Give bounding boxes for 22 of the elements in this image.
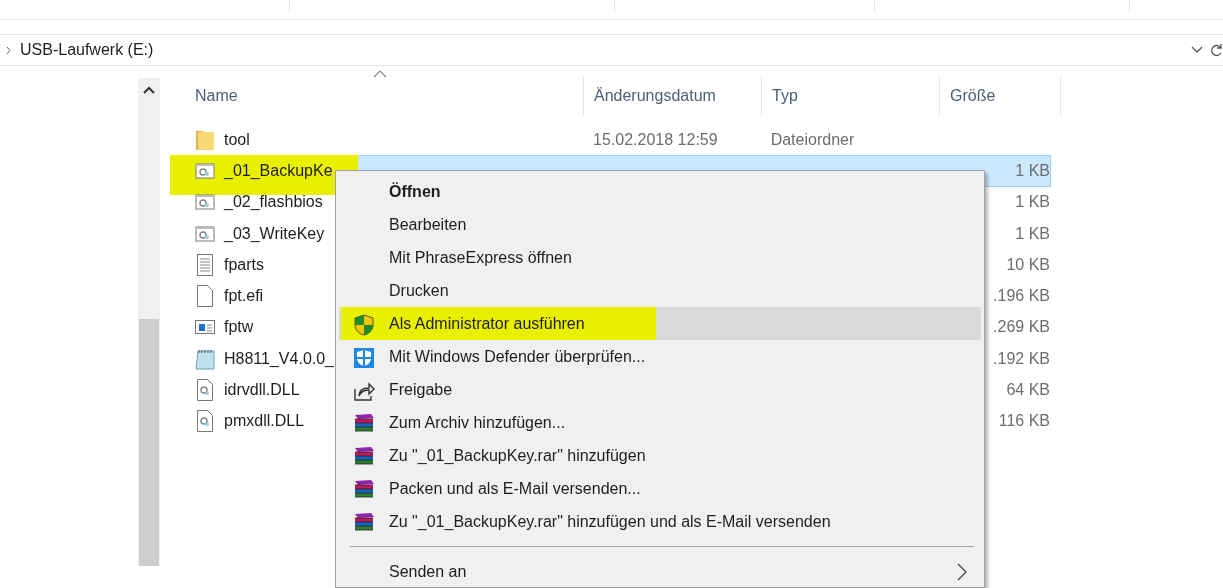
file-size: .192 KB: [993, 349, 1050, 367]
file-size: .196 KB: [993, 287, 1050, 305]
file-name: pmxdll.DLL: [224, 411, 305, 432]
file-size: .269 KB: [993, 318, 1050, 336]
file-date: 15.02.2018 12:59: [593, 130, 718, 148]
file-name: fparts: [224, 254, 264, 275]
file-size: 64 KB: [1006, 381, 1050, 398]
file-name: _02_flashbios: [224, 192, 323, 213]
file-name: fpt.efi: [224, 286, 264, 307]
file-name: _03_WriteKey: [224, 223, 325, 244]
file-size: 1 KB: [1015, 224, 1050, 242]
file-size: 1 KB: [1015, 193, 1050, 211]
file-type: Dateiordner: [770, 130, 855, 148]
file-name: H8811_V4.0.0_: [224, 348, 334, 369]
file-name: _01_BackupKe: [224, 160, 333, 181]
file-name: idrvdll.DLL: [224, 380, 300, 400]
file-size: 1 KB: [1015, 161, 1050, 179]
file-name: fptw: [224, 317, 254, 338]
file-name: tool: [224, 129, 250, 150]
file-size: 116 KB: [998, 412, 1050, 430]
file-size: 10 KB: [1006, 255, 1050, 273]
address-path: USB-Laufwerk (E:): [20, 40, 154, 60]
